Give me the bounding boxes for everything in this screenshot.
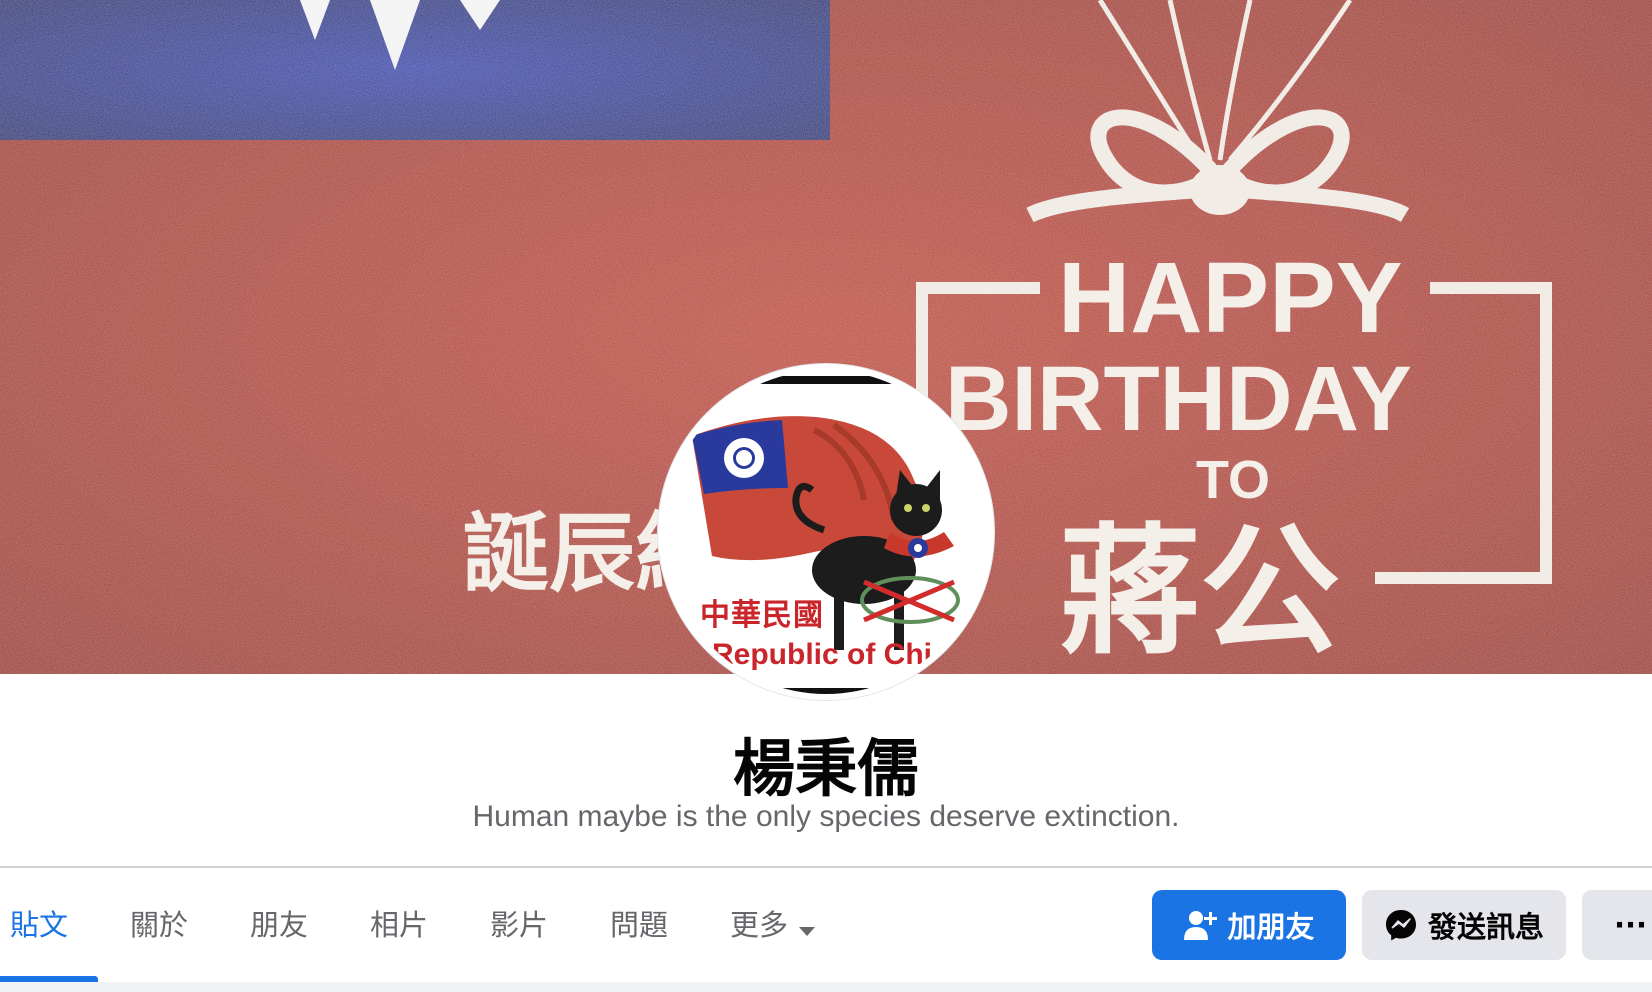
- send-message-button[interactable]: 發送訊息: [1362, 890, 1566, 960]
- cover-text-to: TO: [1196, 450, 1270, 510]
- more-icon: ···: [1614, 908, 1648, 942]
- cover-text-happy: HAPPY: [1058, 242, 1403, 354]
- tab-more-label: 更多: [730, 908, 789, 942]
- profile-name: 楊秉儒: [732, 732, 919, 805]
- caret-down-icon: [798, 870, 816, 984]
- profile-avatar[interactable]: 中華民國 Republic of Chi: [658, 364, 994, 700]
- cover-text-name: 蔣公: [1060, 511, 1340, 674]
- tab-more[interactable]: 更多: [730, 868, 816, 982]
- page-bottom-strip: [0, 982, 1652, 992]
- avatar-text-cn: 中華民國: [700, 598, 824, 633]
- tab-videos[interactable]: 影片: [490, 868, 548, 982]
- tab-about[interactable]: 關於: [130, 868, 188, 982]
- tab-friends[interactable]: 朋友: [250, 868, 308, 982]
- profile-bio: Human maybe is the only species deserve …: [472, 800, 1180, 833]
- add-friend-button[interactable]: 加朋友: [1152, 890, 1346, 960]
- avatar-text-en: Republic of Chi: [712, 638, 932, 671]
- tab-photos[interactable]: 相片: [370, 868, 428, 982]
- messenger-icon: [1384, 908, 1418, 942]
- tab-posts[interactable]: 貼文: [10, 868, 68, 982]
- profile-tabs: 貼文 關於 朋友 相片 影片 問題 更多: [0, 868, 1100, 982]
- add-friend-label: 加朋友: [1227, 910, 1315, 944]
- cover-text-birthday: BIRTHDAY: [945, 348, 1412, 450]
- tab-questions[interactable]: 問題: [610, 868, 668, 982]
- send-message-label: 發送訊息: [1427, 910, 1544, 944]
- add-friend-icon: [1183, 908, 1218, 942]
- more-options-button[interactable]: ···: [1582, 890, 1652, 960]
- profile-page: HAPPY BIRTHDAY TO 蔣公 誕辰紀 中華民國 Republic o…: [0, 0, 1652, 992]
